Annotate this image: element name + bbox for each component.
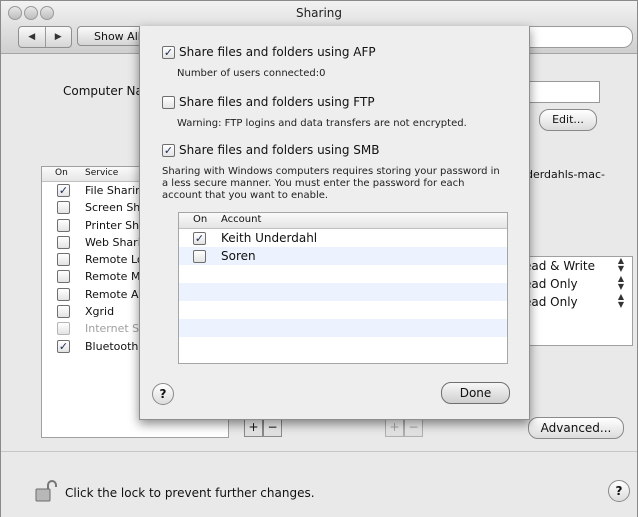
ftp-warning-text: Warning: FTP logins and data transfers a… [177,118,467,129]
checkbox-remote-apple-events[interactable] [57,287,70,301]
afp-checkbox[interactable]: ✓ [162,45,175,59]
account-row-soren[interactable]: Soren [179,247,507,265]
smb-option[interactable]: ✓ Share files and folders using SMB [162,143,380,157]
afp-status-text: Number of users connected:0 [177,68,326,79]
empty-row [179,265,507,283]
checkbox-remote-login[interactable] [57,253,70,267]
checkbox-remote-management[interactable] [57,270,70,284]
computer-name-field[interactable] [521,81,600,103]
account-column-on[interactable]: On [193,214,207,225]
remove-shared-folder-button[interactable]: − [263,418,282,437]
account-column-name[interactable]: Account [221,214,261,225]
account-list-header: On Account [179,213,507,229]
account-list: On Account ✓ Keith Underdahl Soren [178,212,508,364]
service-label: Xgrid [85,305,115,319]
checkbox-printer-sharing[interactable] [57,218,70,232]
edit-button[interactable]: Edit... [539,109,597,131]
permission-row[interactable]: ead & Write ▲ ▼ [520,257,632,275]
empty-row [179,337,507,355]
checkbox-internet-sharing[interactable] [57,322,70,336]
empty-row [179,319,507,337]
permission-label: ead Only [524,295,578,309]
checkbox-file-sharing[interactable]: ✓ [57,184,70,197]
checkbox-web-sharing[interactable] [57,235,70,249]
account-row-keith[interactable]: ✓ Keith Underdahl [179,229,507,247]
popup-arrows-icon[interactable]: ▲ ▼ [618,275,624,291]
bottom-bar [1,451,637,517]
column-service-header[interactable]: Service [85,168,118,178]
smb-description-text: Sharing with Windows computers requires … [162,166,500,201]
empty-row [179,283,507,301]
host-address-text: nderdahls-mac- [519,168,605,181]
forward-arrow-icon[interactable]: ▶ [46,27,72,47]
smb-label: Share files and folders using SMB [179,143,380,157]
afp-option[interactable]: ✓ Share files and folders using AFP [162,45,376,59]
empty-row [179,301,507,319]
account-rows: ✓ Keith Underdahl Soren [179,229,507,355]
back-arrow-icon[interactable]: ◀ [19,27,46,47]
add-shared-folder-button[interactable]: + [244,418,263,437]
sheet-help-button[interactable]: ? [152,383,174,405]
checkbox-bluetooth-sharing[interactable]: ✓ [57,339,70,353]
afp-label: Share files and folders using AFP [179,45,376,59]
permission-row[interactable]: ead Only ▲ ▼ [520,293,632,311]
permission-label: ead & Write [524,259,596,273]
ftp-checkbox[interactable] [162,95,175,109]
popup-arrows-icon[interactable]: ▲ ▼ [618,257,624,273]
account-name: Keith Underdahl [221,231,318,245]
checkbox-screen-sharing[interactable] [57,201,70,215]
account-name: Soren [221,249,256,263]
checkbox-xgrid[interactable] [57,305,70,319]
help-button[interactable]: ? [608,480,630,502]
ftp-label: Share files and folders using FTP [179,95,375,109]
account-checkbox-keith[interactable]: ✓ [193,232,206,245]
remove-user-button[interactable]: − [404,418,423,437]
sharing-window: Sharing ◀ ▶ Show All Computer Name: Edit… [0,0,638,517]
lock-message: Click the lock to prevent further change… [65,486,315,500]
back-forward-control[interactable]: ◀ ▶ [18,26,72,48]
permissions-list: ead & Write ▲ ▼ ead Only ▲ ▼ ead Only ▲ ▼ [519,256,633,346]
column-on-header[interactable]: On [55,168,68,178]
file-sharing-options-sheet: ✓ Share files and folders using AFP Numb… [139,26,530,420]
lock-icon[interactable] [34,479,58,506]
permission-label: ead Only [524,277,578,291]
popup-arrows-icon[interactable]: ▲ ▼ [618,293,624,309]
done-button[interactable]: Done [441,382,510,404]
smb-checkbox[interactable]: ✓ [162,143,175,157]
add-user-button[interactable]: + [385,418,404,437]
ftp-option[interactable]: Share files and folders using FTP [162,95,375,109]
permission-row[interactable]: ead Only ▲ ▼ [520,275,632,293]
account-checkbox-soren[interactable] [193,250,206,263]
advanced-button[interactable]: Advanced... [528,417,624,439]
window-title: Sharing [295,6,343,20]
